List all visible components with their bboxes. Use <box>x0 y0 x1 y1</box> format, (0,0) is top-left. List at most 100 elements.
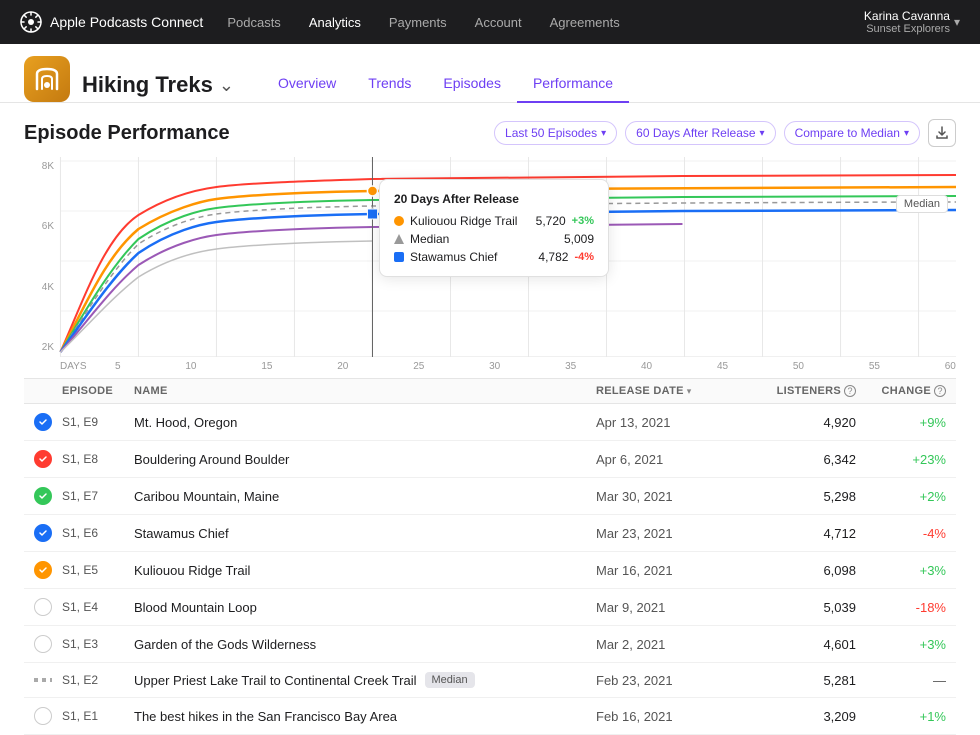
app-logo[interactable]: Apple Podcasts Connect <box>20 11 203 33</box>
episode-date-0: Apr 13, 2021 <box>596 415 746 430</box>
y-label-8k: 8K <box>24 161 54 172</box>
nav-links: Podcasts Analytics Payments Account Agre… <box>227 15 619 30</box>
sort-icon: ▾ <box>687 386 692 397</box>
period-filter-button[interactable]: 60 Days After Release ▾ <box>625 121 775 145</box>
check-icon <box>38 417 48 427</box>
episode-listeners-1: 6,342 <box>746 452 856 467</box>
episodes-filter-button[interactable]: Last 50 Episodes ▾ <box>494 121 617 145</box>
episode-num-8: S1, E1 <box>62 709 134 723</box>
episode-name-row-7: Upper Priest Lake Trail to Continental C… <box>134 672 596 688</box>
compare-filter-button[interactable]: Compare to Median ▾ <box>784 121 920 145</box>
user-menu[interactable]: Karina Cavanna Sunset Explorers <box>864 9 950 35</box>
chart-wrapper: 8K 6K 4K 2K <box>24 157 956 357</box>
header-date[interactable]: RELEASE DATE ▾ <box>596 385 746 397</box>
episode-name-1: Bouldering Around Boulder <box>134 452 596 467</box>
header-name: NAME <box>134 385 596 397</box>
tooltip-value-0: 5,720 <box>536 214 566 228</box>
y-axis: 8K 6K 4K 2K <box>24 157 54 357</box>
nav-analytics[interactable]: Analytics <box>309 15 361 30</box>
x-axis-grid: 5 10 15 20 25 30 35 40 45 50 55 60 <box>115 361 956 372</box>
episode-change-6: +3% <box>856 637 946 652</box>
y-label-2k: 2K <box>24 342 54 353</box>
tooltip-row-2: Stawamus Chief 4,782 -4% <box>394 250 594 264</box>
episode-date-5: Mar 9, 2021 <box>596 600 746 615</box>
tooltip-row-1: Median 5,009 <box>394 232 594 246</box>
nav-account[interactable]: Account <box>475 15 522 30</box>
row-check-8[interactable] <box>34 707 52 725</box>
tab-episodes[interactable]: Episodes <box>427 65 517 103</box>
podcast-chevron-icon: ⌄ <box>219 75 234 96</box>
episode-change-1: +23% <box>856 452 946 467</box>
user-subtitle: Sunset Explorers <box>866 23 950 35</box>
x-label-5: 5 <box>115 361 121 372</box>
podcasts-icon <box>20 11 42 33</box>
table: EPISODE NAME RELEASE DATE ▾ LISTENERS ? … <box>24 378 956 735</box>
podcast-tabs: Overview Trends Episodes Performance <box>262 65 629 102</box>
tab-overview[interactable]: Overview <box>262 65 352 103</box>
tooltip-dot-orange <box>394 216 404 226</box>
table-row: S1, E1 The best hikes in the San Francis… <box>24 698 956 735</box>
row-check-0[interactable] <box>34 413 52 431</box>
podcast-title-area: Hiking Treks ⌄ <box>82 72 234 102</box>
median-label: Median <box>896 195 948 213</box>
episode-listeners-6: 4,601 <box>746 637 856 652</box>
tooltip-dot-triangle <box>394 234 404 244</box>
nav-podcasts[interactable]: Podcasts <box>227 15 280 30</box>
nav-payments[interactable]: Payments <box>389 15 447 30</box>
row-check-3[interactable] <box>34 524 52 542</box>
export-icon <box>935 126 949 140</box>
row-check-5[interactable] <box>34 598 52 616</box>
podcast-title: Hiking Treks <box>82 72 213 98</box>
episode-num-5: S1, E4 <box>62 600 134 614</box>
tooltip-title: 20 Days After Release <box>394 192 594 206</box>
median-badge: Median <box>425 672 475 688</box>
episode-date-7: Feb 23, 2021 <box>596 673 746 688</box>
episode-num-6: S1, E3 <box>62 637 134 651</box>
episode-name-0: Mt. Hood, Oregon <box>134 415 596 430</box>
episode-name-4: Kuliouou Ridge Trail <box>134 563 596 578</box>
table-row: S1, E9 Mt. Hood, Oregon Apr 13, 2021 4,9… <box>24 404 956 441</box>
tab-performance[interactable]: Performance <box>517 65 629 103</box>
user-chevron-icon: ▾ <box>954 15 960 29</box>
listeners-help-icon[interactable]: ? <box>844 385 856 397</box>
episode-name-3: Stawamus Chief <box>134 526 596 541</box>
episode-change-3: -4% <box>856 526 946 541</box>
x-label-50: 50 <box>793 361 804 372</box>
change-help-icon[interactable]: ? <box>934 385 946 397</box>
episode-date-6: Mar 2, 2021 <box>596 637 746 652</box>
filter-row: Last 50 Episodes ▾ 60 Days After Release… <box>494 119 956 147</box>
row-check-4[interactable] <box>34 561 52 579</box>
row-check-2[interactable] <box>34 487 52 505</box>
chart-tooltip: 20 Days After Release Kuliouou Ridge Tra… <box>379 179 609 277</box>
x-label-45: 45 <box>717 361 728 372</box>
row-check-6[interactable] <box>34 635 52 653</box>
x-label-55: 55 <box>869 361 880 372</box>
podcast-header: Hiking Treks ⌄ Overview Trends Episodes … <box>0 44 980 103</box>
y-label-6k: 6K <box>24 221 54 232</box>
nav-agreements[interactable]: Agreements <box>550 15 620 30</box>
episode-num-0: S1, E9 <box>62 415 134 429</box>
header-change: CHANGE ? <box>856 385 946 397</box>
section-header: Episode Performance Last 50 Episodes ▾ 6… <box>24 119 956 147</box>
episode-name-7: Upper Priest Lake Trail to Continental C… <box>134 673 417 688</box>
table-row: S1, E2 Upper Priest Lake Trail to Contin… <box>24 663 956 698</box>
export-button[interactable] <box>928 119 956 147</box>
episode-date-8: Feb 16, 2021 <box>596 709 746 724</box>
episode-change-8: +1% <box>856 709 946 724</box>
filter-chevron-icon: ▾ <box>601 128 606 139</box>
compare-chevron-icon: ▾ <box>904 128 909 139</box>
episode-change-7: — <box>856 673 946 688</box>
app-name: Apple Podcasts Connect <box>50 14 203 30</box>
x-label-10: 10 <box>185 361 196 372</box>
row-check-7[interactable] <box>34 678 52 682</box>
podcast-title-row[interactable]: Hiking Treks ⌄ <box>82 72 234 102</box>
episode-date-3: Mar 23, 2021 <box>596 526 746 541</box>
x-label-35: 35 <box>565 361 576 372</box>
episode-change-2: +2% <box>856 489 946 504</box>
episode-listeners-5: 5,039 <box>746 600 856 615</box>
episode-listeners-7: 5,281 <box>746 673 856 688</box>
episode-change-5: -18% <box>856 600 946 615</box>
tab-trends[interactable]: Trends <box>352 65 427 103</box>
tooltip-label-0: Kuliouou Ridge Trail <box>410 214 530 228</box>
row-check-1[interactable] <box>34 450 52 468</box>
